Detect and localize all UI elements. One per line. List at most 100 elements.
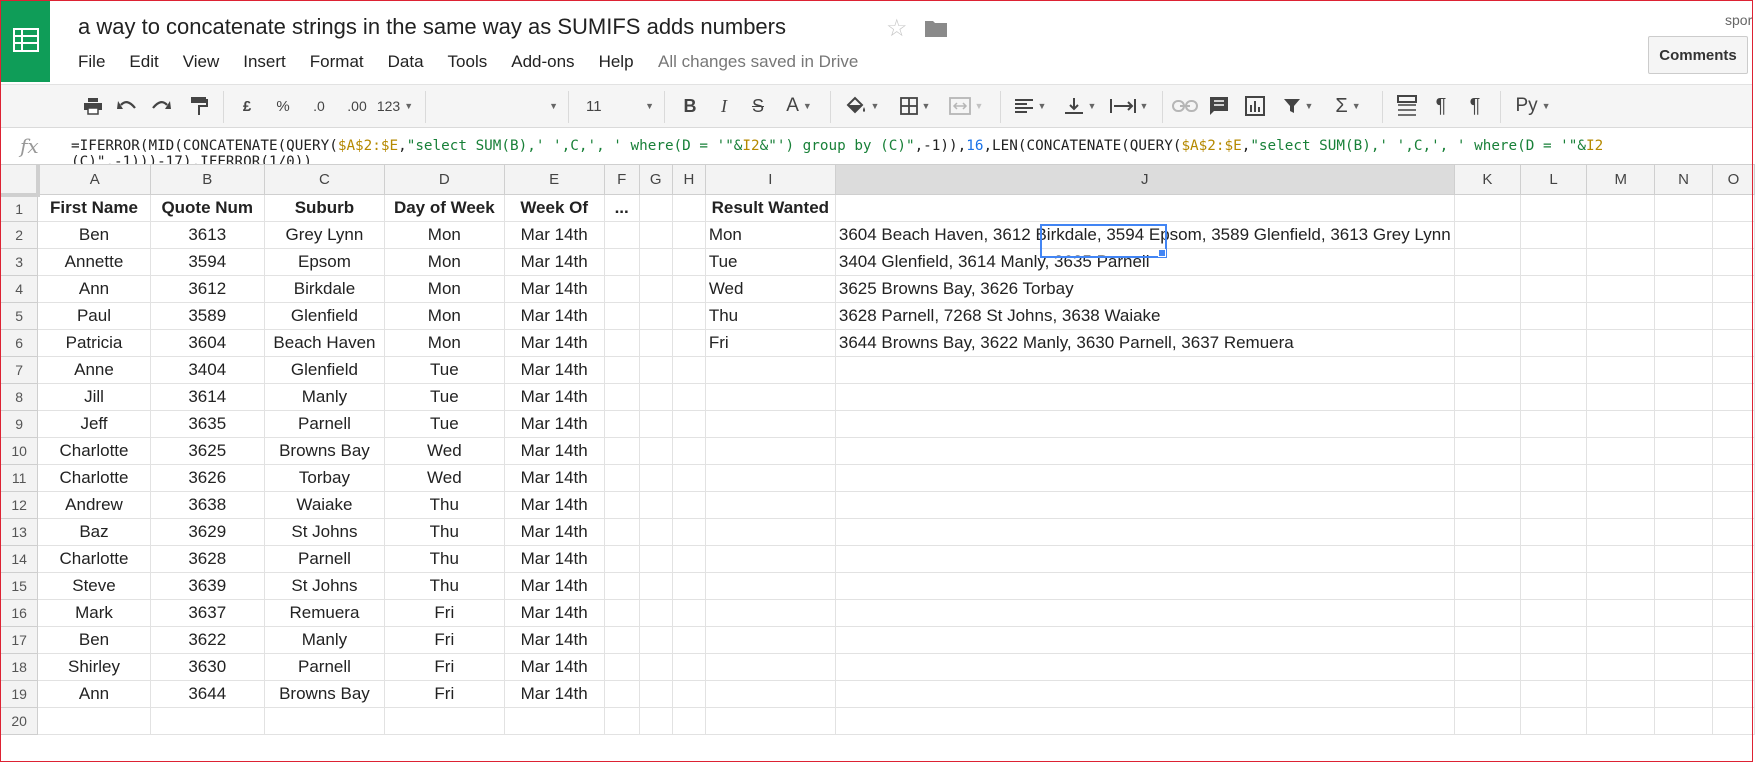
save-status[interactable]: All changes saved in Drive (658, 52, 858, 72)
column-header-g[interactable]: G (638, 164, 673, 195)
cell-a20[interactable] (37, 707, 151, 735)
cell-e8[interactable]: Mar 14th (503, 383, 605, 411)
cell-l9[interactable] (1520, 410, 1588, 438)
cell-m12[interactable] (1586, 491, 1656, 519)
freeze-icon[interactable] (1394, 93, 1420, 119)
cell-l6[interactable] (1520, 329, 1588, 357)
cell-o1[interactable] (1711, 194, 1755, 222)
menu-addons[interactable]: Add-ons (511, 52, 574, 74)
cell-g1[interactable] (638, 194, 673, 222)
cell-c3[interactable]: Epsom (263, 248, 386, 276)
fill-handle[interactable] (1158, 249, 1166, 257)
cell-o19[interactable] (1711, 680, 1755, 708)
cell-h11[interactable] (671, 464, 706, 492)
cell-l5[interactable] (1520, 302, 1588, 330)
row-header[interactable]: 4 (0, 275, 39, 303)
cell-b10[interactable]: 3625 (149, 437, 265, 465)
cell-h3[interactable] (671, 248, 706, 276)
row-header[interactable]: 7 (0, 356, 39, 384)
cell-n15[interactable] (1654, 572, 1713, 600)
column-header-n[interactable]: N (1654, 164, 1713, 195)
cell-f10[interactable] (603, 437, 640, 465)
cell-l18[interactable] (1520, 653, 1588, 681)
cell-f18[interactable] (603, 653, 640, 681)
font-size-dropdown[interactable]: 11 ▼ (586, 93, 654, 119)
paint-format-icon[interactable] (186, 93, 212, 119)
cell-h15[interactable] (671, 572, 706, 600)
merge-cells-button[interactable]: ▼ (944, 93, 988, 119)
cell-o8[interactable] (1711, 383, 1755, 411)
cell-m14[interactable] (1586, 545, 1656, 573)
cell-m20[interactable] (1586, 707, 1656, 735)
cell-b13[interactable]: 3629 (149, 518, 265, 546)
insert-chart-icon[interactable] (1242, 93, 1268, 119)
column-header-b[interactable]: B (149, 164, 265, 195)
cell-i11[interactable] (704, 464, 836, 492)
menu-format[interactable]: Format (310, 52, 364, 74)
row-header[interactable]: 14 (0, 545, 39, 573)
cell-n3[interactable] (1654, 248, 1713, 276)
cell-l16[interactable] (1520, 599, 1588, 627)
cell-d11[interactable]: Wed (384, 464, 505, 492)
cell-k5[interactable] (1453, 302, 1522, 330)
select-all-corner[interactable] (0, 164, 40, 197)
row-header[interactable]: 9 (0, 410, 39, 438)
cell-b8[interactable]: 3614 (149, 383, 265, 411)
star-icon[interactable]: ☆ (886, 14, 908, 43)
cell-n9[interactable] (1654, 410, 1713, 438)
cell-n8[interactable] (1654, 383, 1713, 411)
cell-j20[interactable] (834, 707, 1455, 735)
text-wrapping-button[interactable]: ▼ (1106, 93, 1152, 119)
cell-d2[interactable]: Mon (384, 221, 505, 249)
cell-n18[interactable] (1654, 653, 1713, 681)
print-icon[interactable] (80, 93, 106, 119)
row-header[interactable]: 13 (0, 518, 39, 546)
cell-l7[interactable] (1520, 356, 1588, 384)
cell-l4[interactable] (1520, 275, 1588, 303)
cell-d15[interactable]: Thu (384, 572, 505, 600)
cell-f6[interactable] (603, 329, 640, 357)
menu-edit[interactable]: Edit (129, 52, 158, 74)
cell-g3[interactable] (638, 248, 673, 276)
cell-j6[interactable]: 3644 Browns Bay, 3622 Manly, 3630 Parnel… (834, 329, 1455, 357)
cell-n4[interactable] (1654, 275, 1713, 303)
cell-k18[interactable] (1453, 653, 1522, 681)
cell-f8[interactable] (603, 383, 640, 411)
cell-i4[interactable]: Wed (704, 275, 836, 303)
cell-n14[interactable] (1654, 545, 1713, 573)
cell-f19[interactable] (603, 680, 640, 708)
cell-f3[interactable] (603, 248, 640, 276)
cell-o15[interactable] (1711, 572, 1755, 600)
cell-k7[interactable] (1453, 356, 1522, 384)
cell-d6[interactable]: Mon (384, 329, 505, 357)
cell-g7[interactable] (638, 356, 673, 384)
cell-e5[interactable]: Mar 14th (503, 302, 605, 330)
cell-b18[interactable]: 3630 (149, 653, 265, 681)
user-name[interactable]: spor (1725, 12, 1752, 28)
cell-g14[interactable] (638, 545, 673, 573)
cell-m15[interactable] (1586, 572, 1656, 600)
row-header[interactable]: 18 (0, 653, 39, 681)
cell-e16[interactable]: Mar 14th (503, 599, 605, 627)
cell-k9[interactable] (1453, 410, 1522, 438)
cell-h1[interactable] (671, 194, 706, 222)
column-header-e[interactable]: E (503, 164, 605, 195)
cell-h7[interactable] (671, 356, 706, 384)
cell-b20[interactable] (149, 707, 265, 735)
cell-h6[interactable] (671, 329, 706, 357)
cell-f7[interactable] (603, 356, 640, 384)
cell-j19[interactable] (834, 680, 1455, 708)
percent-format-button[interactable]: % (272, 93, 294, 119)
fill-color-button[interactable]: ▼ (842, 93, 882, 119)
cell-d9[interactable]: Tue (384, 410, 505, 438)
cell-b4[interactable]: 3612 (149, 275, 265, 303)
cell-m10[interactable] (1586, 437, 1656, 465)
row-header[interactable]: 2 (0, 221, 39, 249)
cell-g5[interactable] (638, 302, 673, 330)
row-header[interactable]: 12 (0, 491, 39, 519)
menu-view[interactable]: View (183, 52, 220, 74)
cell-f17[interactable] (603, 626, 640, 654)
cell-e1[interactable]: Week Of (503, 194, 605, 222)
cell-n19[interactable] (1654, 680, 1713, 708)
cell-h9[interactable] (671, 410, 706, 438)
